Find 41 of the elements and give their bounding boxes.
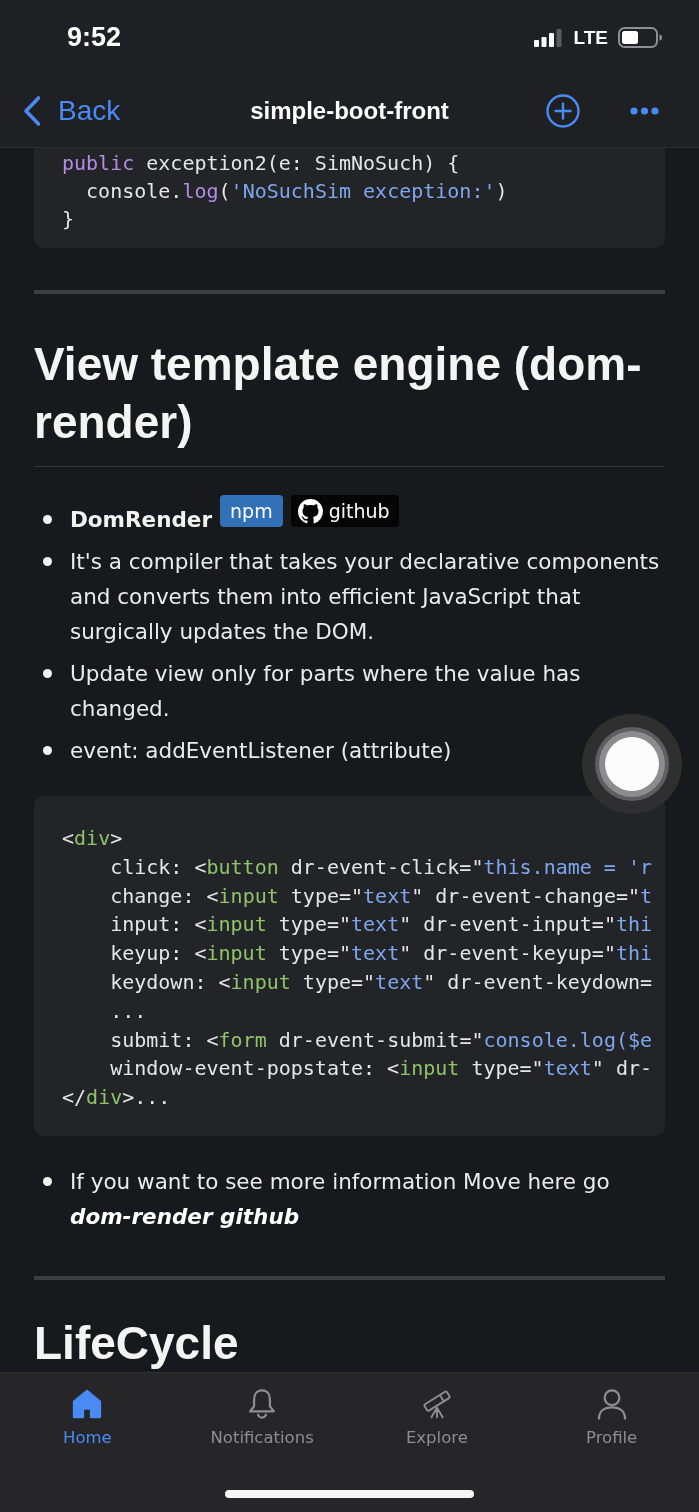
github-badge[interactable]: github <box>290 495 399 527</box>
code-line: window-event-popstate: <input type="text" dr- <box>109 1055 653 1083</box>
item-title: DomRender <box>70 506 213 534</box>
code-line: change: <input type="text" dr-event-change="t <box>109 882 653 910</box>
list-item-text: It's a compiler that takes your declarative components and converts them into efficient JavaScript that surgically updates the DOM. <box>70 548 661 646</box>
dom-render-link[interactable]: dom-render github <box>70 1203 300 1229</box>
plus-circle-icon[interactable] <box>546 94 580 128</box>
tab-item[interactable]: Explore <box>349 1373 525 1447</box>
bullet-icon <box>43 746 52 755</box>
network-label: LTE <box>573 26 608 49</box>
tab-item[interactable]: Notifications <box>174 1373 350 1447</box>
cat-logo-icon <box>297 498 323 524</box>
status-time: 9:52 <box>67 22 122 53</box>
back-button[interactable]: Back <box>22 95 121 127</box>
code-line: input: <input type="text" dr-event-input="thi <box>109 911 653 939</box>
more-icon[interactable] <box>630 107 659 115</box>
tab-item[interactable]: Home <box>0 1373 175 1447</box>
bullet-icon <box>43 557 52 566</box>
bullet-icon <box>43 515 52 524</box>
code-line: <div> <box>62 825 123 852</box>
code-line: keyup: <input type="text" dr-event-keyup="thi <box>109 940 653 968</box>
battery-icon <box>618 27 662 48</box>
code-line: submit: <form dr-event-submit="console.log($e <box>109 1026 653 1054</box>
list-item-text: event: addEventListener (attribute) <box>70 737 453 765</box>
npm-badge[interactable]: npm <box>220 495 283 527</box>
code-line: public exception2(e: SimNoSuch) { <box>62 150 460 177</box>
code-line: </div>... <box>62 1084 171 1112</box>
bullet-icon <box>43 1176 52 1186</box>
signal-icon <box>533 28 562 47</box>
bullet-icon <box>43 669 52 678</box>
section-heading: View template engine (dom-render) <box>34 335 665 467</box>
chevron-left-icon <box>22 95 42 127</box>
code-line: ... <box>109 997 147 1025</box>
code-line: } <box>62 206 75 233</box>
code-line: keydown: <input type="text" dr-event-keydown= <box>109 969 653 996</box>
tab-item[interactable]: Profile <box>524 1373 699 1447</box>
code-line: click: <button dr-event-click="this.name = 'r <box>109 853 653 881</box>
nav-title: simple-boot-front <box>250 97 449 125</box>
code-line: console.log('NoSuchSim exception:') <box>85 178 508 205</box>
list-item-text: Update view only for parts where the value has changed. <box>70 660 582 723</box>
list-item-text: If you want to see more information Move here go dom-render github <box>70 1167 611 1231</box>
